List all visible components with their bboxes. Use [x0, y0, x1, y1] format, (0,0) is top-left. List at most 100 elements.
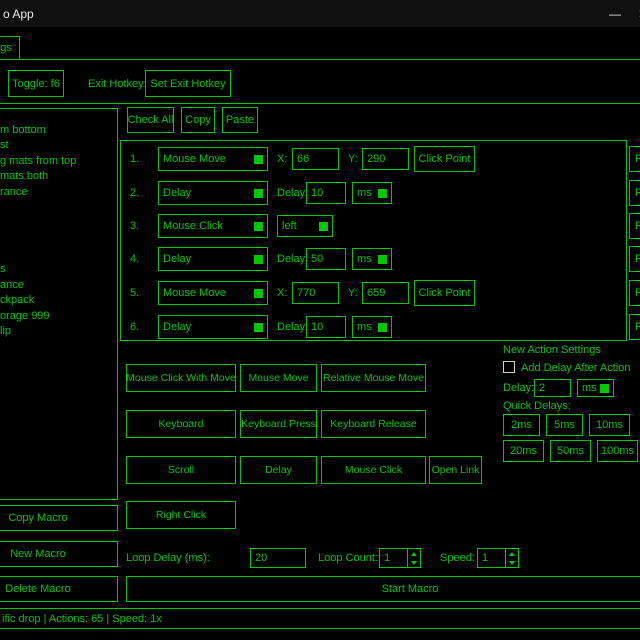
scroll-button[interactable]: Scroll	[126, 456, 236, 484]
quick-delay-5ms-button[interactable]: 5ms	[546, 414, 583, 436]
remove-button[interactable]: R	[629, 314, 640, 340]
dropdown-arrow-icon	[378, 323, 387, 332]
right-click-button[interactable]: Right Click	[126, 501, 236, 529]
status-bar: ific drop | Actions: 65 | Speed: 1x	[0, 608, 640, 629]
quick-delay-50ms-button[interactable]: 50ms	[550, 440, 591, 462]
delay-unit-dropdown[interactable]: ms	[352, 316, 392, 338]
delay-button[interactable]: Delay	[240, 456, 317, 484]
set-exit-hotkey-button[interactable]: Set Exit Hotkey	[145, 70, 231, 97]
new-macro-button[interactable]: New Macro	[0, 541, 118, 567]
dropdown-arrow-icon	[378, 255, 387, 264]
action-row: 3. Mouse Click left R	[0, 214, 640, 240]
spinner	[407, 549, 420, 567]
action-type-dropdown[interactable]: Delay	[158, 247, 268, 271]
delay-unit-dropdown[interactable]: ms	[352, 182, 392, 204]
quick-delay-2ms-button[interactable]: 2ms	[503, 414, 540, 436]
loop-delay-input[interactable]	[250, 548, 306, 568]
mouse-click-with-move-button[interactable]: Mouse Click With Move	[126, 364, 236, 392]
keyboard-press-button[interactable]: Keyboard Press	[240, 410, 317, 438]
relative-mouse-move-button[interactable]: Relative Mouse Move	[321, 364, 426, 392]
y-input[interactable]	[362, 148, 409, 170]
new-action-delay-input[interactable]	[534, 379, 571, 397]
keyboard-button[interactable]: Keyboard	[126, 410, 236, 438]
action-row-number: 4.	[130, 247, 139, 271]
macro-list-item[interactable]: m bottom	[0, 122, 116, 137]
open-link-button[interactable]: Open Link	[429, 456, 482, 484]
check-all-button[interactable]: Check All	[127, 107, 174, 133]
delay-label: Delay:	[277, 315, 308, 339]
x-input[interactable]	[292, 282, 339, 304]
delay-input[interactable]	[306, 316, 346, 338]
add-delay-checkbox[interactable]	[503, 361, 515, 373]
quick-delay-10ms-button[interactable]: 10ms	[589, 414, 630, 436]
new-action-unit-dropdown[interactable]: ms	[577, 379, 614, 397]
y-label: Y:	[348, 147, 358, 171]
dropdown-arrow-icon	[378, 189, 387, 198]
dropdown-arrow-icon	[254, 189, 263, 198]
action-type-value: Delay	[163, 253, 191, 265]
action-type-value: Delay	[163, 187, 191, 199]
action-type-dropdown[interactable]: Mouse Move	[158, 147, 268, 171]
settings-tab[interactable]: gs	[0, 36, 20, 60]
delay-input[interactable]	[306, 182, 346, 204]
action-type-dropdown[interactable]: Delay	[158, 315, 268, 339]
exit-hotkey-label: Exit Hotkey:	[88, 70, 147, 97]
keyboard-release-button[interactable]: Keyboard Release	[321, 410, 426, 438]
remove-button[interactable]: R	[629, 280, 640, 306]
action-type-dropdown[interactable]: Delay	[158, 181, 268, 205]
delete-macro-button[interactable]: Delete Macro	[0, 576, 118, 602]
spinner-down-icon[interactable]	[506, 558, 518, 567]
speed-label: Speed:	[440, 547, 475, 569]
y-label: Y:	[348, 281, 358, 305]
action-row: 1. Mouse Move X: Y: Click Point R	[0, 147, 640, 173]
close-button[interactable]: ✕	[628, 0, 640, 27]
delay-input[interactable]	[306, 248, 346, 270]
speed-stepper[interactable]	[477, 548, 519, 568]
remove-button[interactable]: R	[629, 246, 640, 272]
quick-delay-20ms-button[interactable]: 20ms	[503, 440, 544, 462]
mouse-button-value: left	[282, 220, 297, 232]
click-point-button[interactable]: Click Point	[414, 280, 475, 306]
delay-unit-dropdown[interactable]: ms	[352, 248, 392, 270]
loop-count-stepper[interactable]	[379, 548, 421, 568]
x-input[interactable]	[292, 148, 339, 170]
action-type-dropdown[interactable]: Mouse Click	[158, 214, 268, 238]
delay-unit-value: ms	[357, 253, 372, 265]
spinner-up-icon[interactable]	[408, 549, 420, 558]
start-macro-button[interactable]: Start Macro	[126, 576, 640, 602]
remove-button[interactable]: R	[629, 213, 640, 239]
minimize-button[interactable]: —	[600, 0, 630, 27]
action-row: 5. Mouse Move X: Y: Click Point R	[0, 281, 640, 307]
x-label: X:	[277, 281, 287, 305]
paste-button[interactable]: Paste	[222, 107, 258, 133]
delay-label: Delay:	[277, 181, 308, 205]
spinner-down-icon[interactable]	[408, 558, 420, 567]
speed-input[interactable]	[478, 549, 505, 567]
toggle-hotkey-button[interactable]: Toggle: f6	[8, 70, 64, 97]
remove-button[interactable]: R	[629, 146, 640, 172]
quick-delay-100ms-button[interactable]: 100ms	[597, 440, 638, 462]
dropdown-arrow-icon	[254, 255, 263, 264]
mouse-move-button[interactable]: Mouse Move	[240, 364, 317, 392]
dropdown-arrow-icon	[254, 323, 263, 332]
delay-unit-value: ms	[357, 187, 372, 199]
loop-count-input[interactable]	[380, 549, 407, 567]
action-row-number: 3.	[130, 214, 139, 238]
mouse-click-button[interactable]: Mouse Click	[321, 456, 426, 484]
action-row: 6. Delay Delay: ms R	[0, 315, 640, 341]
copy-macro-button[interactable]: Copy Macro	[0, 505, 118, 531]
copy-button[interactable]: Copy	[181, 107, 215, 133]
spinner-up-icon[interactable]	[506, 549, 518, 558]
remove-button[interactable]: R	[629, 180, 640, 206]
dropdown-arrow-icon	[600, 384, 609, 393]
action-row-number: 6.	[130, 315, 139, 339]
spinner	[505, 549, 518, 567]
y-input[interactable]	[362, 282, 409, 304]
action-type-value: Mouse Move	[163, 153, 226, 165]
action-type-dropdown[interactable]: Mouse Move	[158, 281, 268, 305]
click-point-button[interactable]: Click Point	[414, 146, 475, 172]
delay-unit-value: ms	[357, 321, 372, 333]
action-row-number: 5.	[130, 281, 139, 305]
status-text: ific drop | Actions: 65 | Speed: 1x	[2, 613, 162, 625]
mouse-button-dropdown[interactable]: left	[277, 215, 333, 237]
